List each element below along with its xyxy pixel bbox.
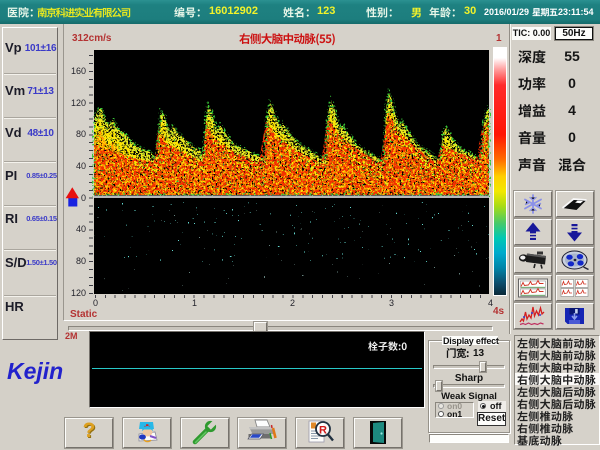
svg-text:R: R <box>319 425 327 437</box>
